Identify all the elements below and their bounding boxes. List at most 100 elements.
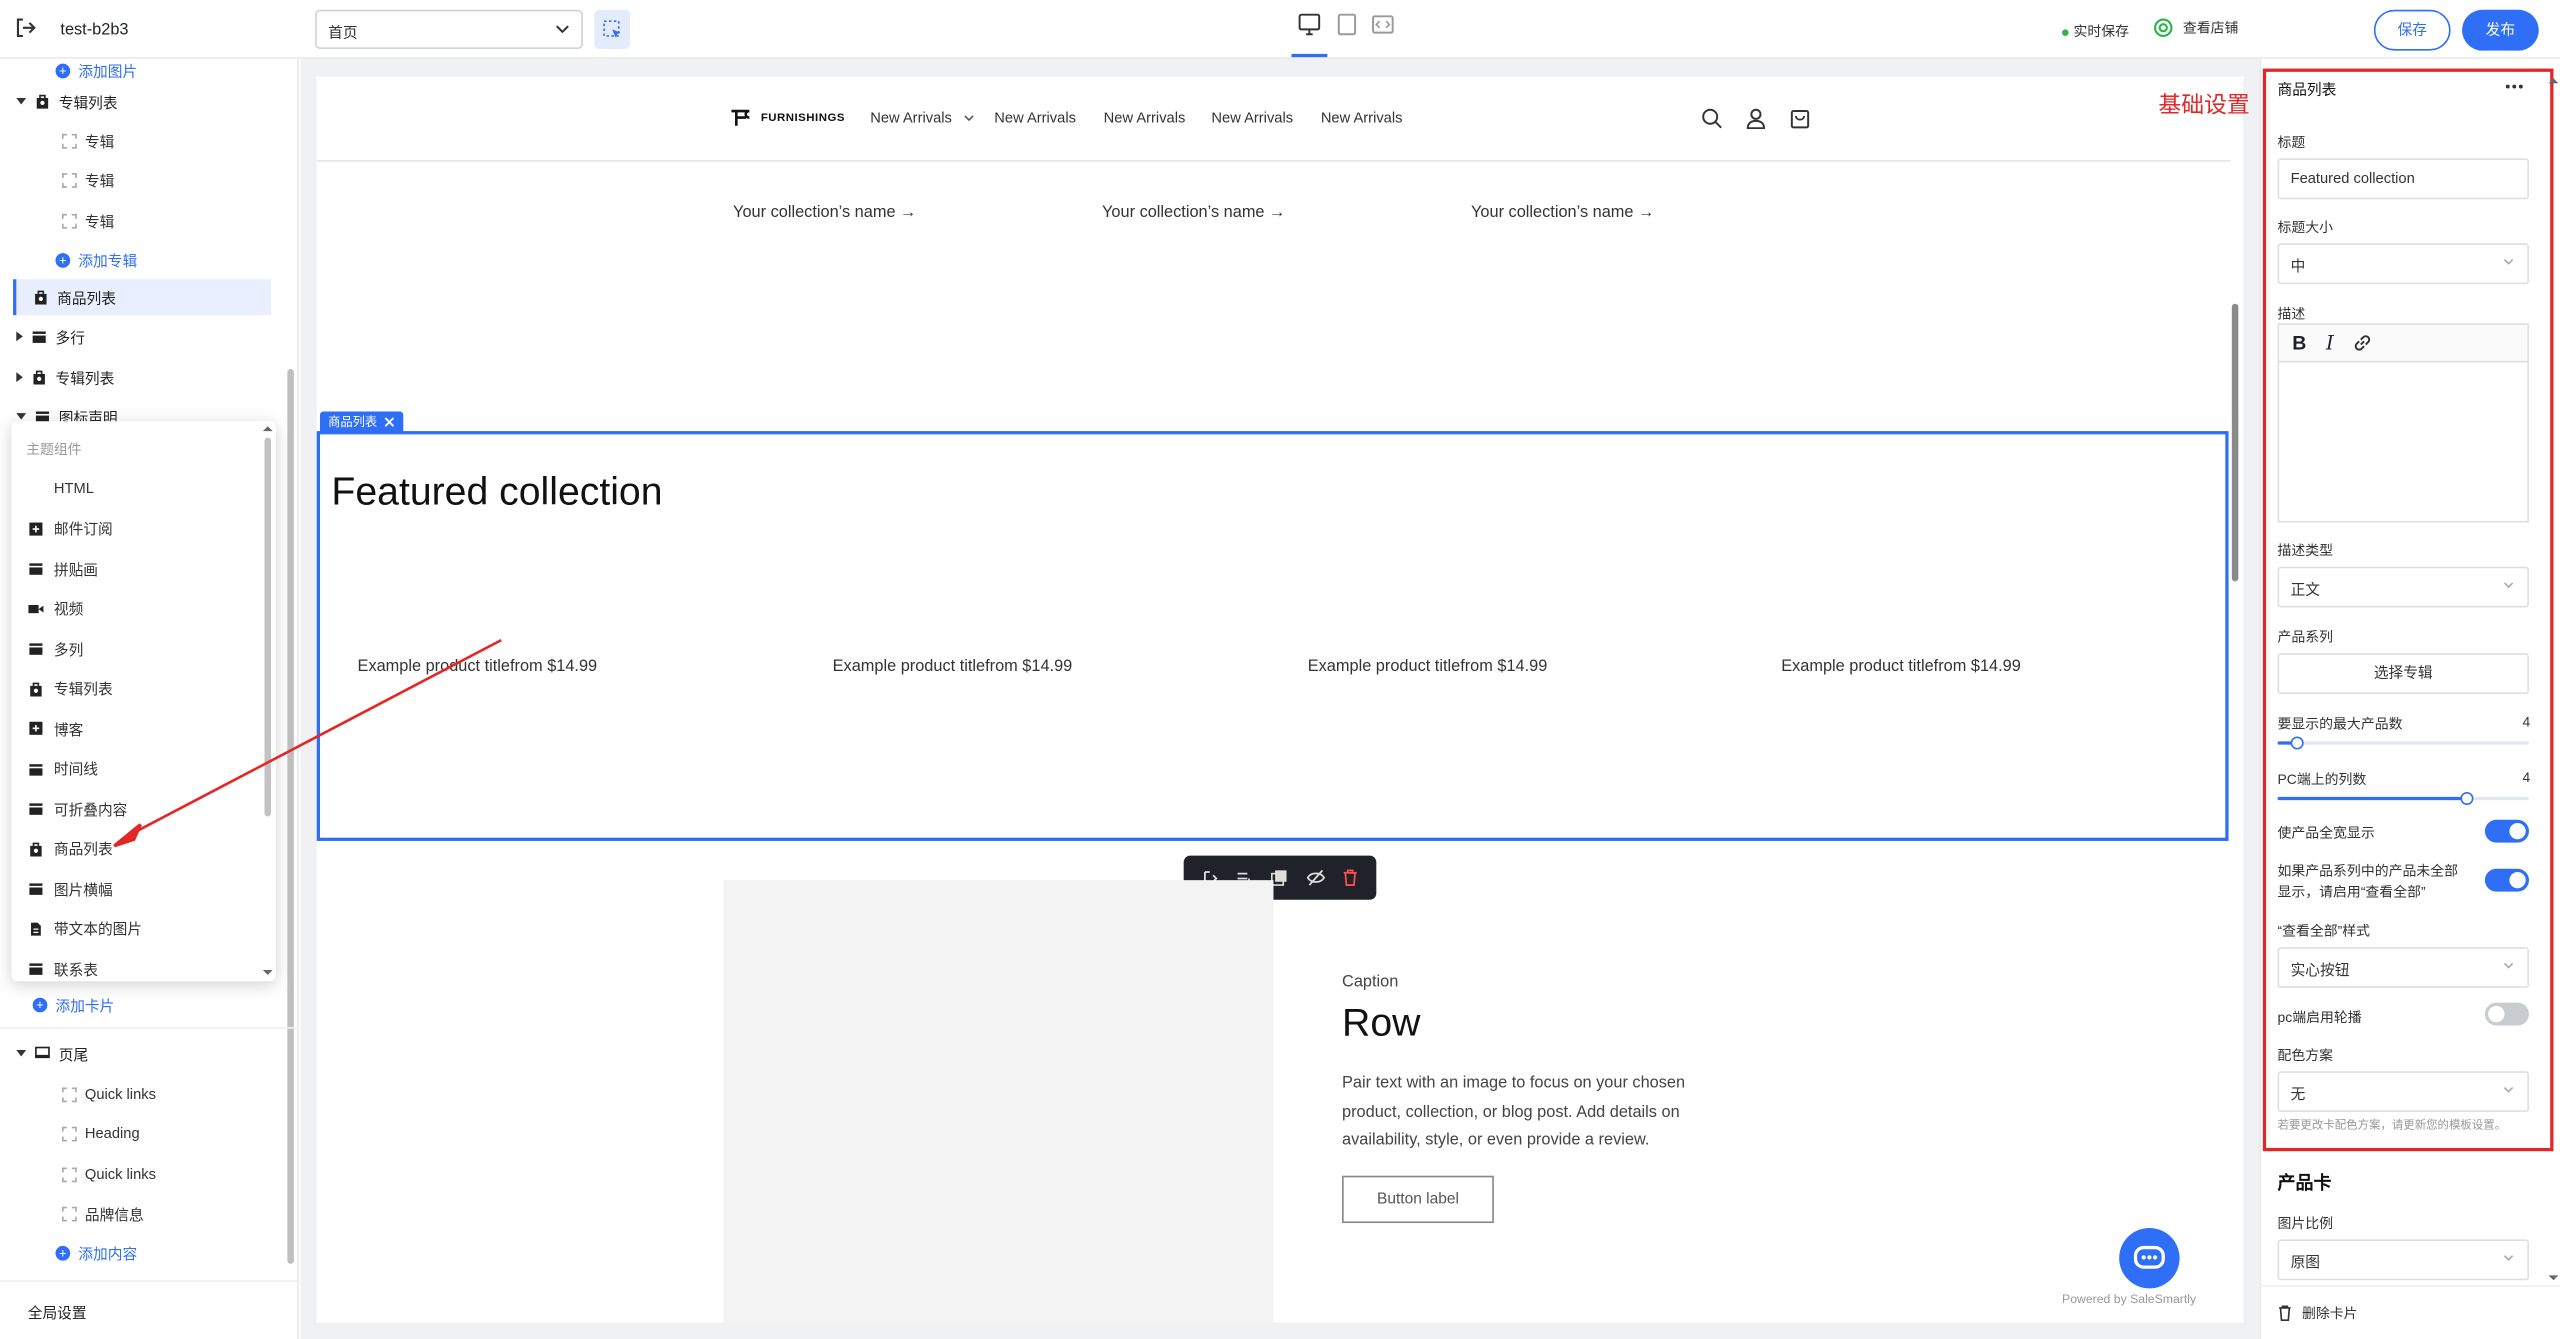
nav-item[interactable]: New Arrivals — [870, 109, 952, 125]
scroll-up-icon[interactable] — [2548, 77, 2559, 85]
collapsed-arrow-icon[interactable] — [16, 372, 23, 383]
nav-item[interactable]: New Arrivals — [1321, 109, 1403, 125]
component-option[interactable]: 带文本的图片 — [28, 912, 142, 945]
duplicate-icon[interactable] — [1271, 869, 1289, 887]
expanded-arrow-icon[interactable] — [16, 1049, 27, 1057]
delete-icon[interactable] — [1342, 869, 1358, 887]
collapsed-arrow-icon[interactable] — [16, 331, 23, 342]
view-all-style-select[interactable]: 实心按钮 — [2277, 947, 2529, 988]
search-icon[interactable] — [1701, 108, 1722, 129]
desktop-view-icon[interactable] — [1298, 11, 1321, 37]
section-tag[interactable]: 商品列表 — [319, 411, 404, 433]
title-input[interactable]: Featured collection — [2277, 158, 2529, 200]
collection-link[interactable]: Your collection’s name → — [1102, 204, 1285, 222]
tree-item[interactable]: 专辑列表 — [16, 359, 114, 395]
view-all-toggle[interactable] — [2484, 868, 2529, 892]
more-icon[interactable] — [2504, 83, 2524, 90]
choose-album-button[interactable]: 选择专辑 — [2277, 653, 2529, 694]
tree-item[interactable]: 专辑列表 — [16, 83, 118, 119]
full-width-label: 使产品全宽显示 — [2277, 824, 2375, 841]
element-picker-button[interactable] — [594, 9, 631, 49]
component-option[interactable]: 博客 — [28, 712, 83, 745]
account-icon[interactable] — [1745, 108, 1766, 130]
scroll-down-icon[interactable] — [2548, 1274, 2559, 1282]
row-description: Pair text with an image to focus on your… — [1342, 1074, 1686, 1150]
collection-link[interactable]: Your collection’s name → — [733, 204, 916, 222]
component-option[interactable]: HTML — [28, 472, 94, 505]
code-view-icon[interactable] — [1371, 11, 1394, 37]
scroll-up-icon[interactable] — [262, 425, 273, 433]
component-option[interactable]: 联系表 — [28, 952, 98, 981]
left-panel-scrollbar[interactable] — [287, 369, 294, 1264]
description-type-select[interactable]: 正文 — [2277, 566, 2529, 608]
expanded-arrow-icon[interactable] — [16, 97, 27, 105]
product-card-title[interactable]: Example product titlefrom $14.99 — [1781, 658, 2021, 676]
store-icon — [2154, 18, 2173, 37]
product-card-title[interactable]: Example product titlefrom $14.99 — [358, 658, 598, 676]
nav-item[interactable]: New Arrivals — [1104, 109, 1186, 125]
add-item-button[interactable]: + 添加卡片 — [32, 986, 114, 1022]
product-card-title[interactable]: Example product titlefrom $14.99 — [1308, 658, 1548, 676]
global-settings-link[interactable]: 全局设置 — [28, 1301, 87, 1322]
component-option[interactable]: 多列 — [28, 632, 83, 665]
tree-item-label: 专辑 — [84, 172, 115, 189]
tree-item-label: 多行 — [55, 329, 85, 346]
page-select[interactable]: 首页 — [315, 9, 583, 49]
store-logo[interactable]: FURNISHINGS — [730, 108, 845, 128]
component-option[interactable]: 邮件订阅 — [28, 512, 113, 545]
logo-text: FURNISHINGS — [760, 111, 845, 124]
full-width-toggle[interactable] — [2484, 819, 2529, 843]
nav-item[interactable]: New Arrivals — [994, 109, 1076, 125]
save-button[interactable]: 保存 — [2373, 9, 2451, 51]
scroll-down-icon[interactable] — [262, 968, 273, 976]
publish-button[interactable]: 发布 — [2462, 9, 2539, 51]
bold-icon[interactable]: B — [2292, 331, 2306, 354]
exit-icon[interactable] — [13, 16, 36, 39]
link-icon[interactable] — [2353, 333, 2373, 353]
image-ratio-select[interactable]: 原图 — [2277, 1239, 2529, 1281]
tree-item[interactable]: 品牌信息 — [62, 1195, 144, 1231]
chat-widget-button[interactable] — [2119, 1227, 2180, 1289]
component-option[interactable]: 商品列表 — [28, 832, 113, 865]
tablet-view-icon[interactable] — [1336, 11, 1359, 37]
view-store-link[interactable]: 查看店铺 — [2153, 18, 2238, 38]
tree-item[interactable]: 商品列表 — [33, 279, 116, 315]
stack-icon — [29, 643, 43, 655]
tree-item[interactable]: 专辑 — [62, 122, 114, 158]
component-option[interactable]: 视频 — [28, 592, 83, 625]
row-button[interactable]: Button label — [1342, 1175, 1494, 1224]
color-scheme-select[interactable]: 无 — [2277, 1071, 2529, 1113]
tree-item[interactable]: 专辑 — [62, 162, 114, 198]
italic-icon[interactable]: I — [2326, 331, 2334, 354]
canvas-scrollbar[interactable] — [2231, 303, 2239, 582]
max-products-slider[interactable] — [2277, 736, 2529, 750]
pc-carousel-toggle[interactable] — [2484, 1002, 2529, 1026]
add-item-button[interactable]: + 添加内容 — [55, 1234, 137, 1270]
component-option[interactable]: 可折叠内容 — [28, 792, 127, 825]
product-card-title[interactable]: Example product titlefrom $14.99 — [833, 658, 1073, 676]
cart-icon[interactable] — [1789, 108, 1810, 129]
component-option[interactable]: 时间线 — [28, 752, 98, 785]
tree-item[interactable]: Heading — [62, 1115, 140, 1151]
component-option[interactable]: 专辑列表 — [28, 672, 113, 705]
description-editor[interactable]: B I — [2277, 323, 2529, 523]
close-icon[interactable] — [384, 416, 395, 427]
expanded-arrow-icon[interactable] — [16, 413, 27, 420]
delete-card-button[interactable]: 删除卡片 — [2278, 1303, 2358, 1323]
add-item-button[interactable]: + 添加专辑 — [55, 242, 137, 278]
tree-item[interactable]: Quick links — [62, 1076, 156, 1112]
popup-scrollbar[interactable] — [264, 437, 272, 817]
slider-handle[interactable] — [2459, 791, 2473, 806]
nav-item[interactable]: New Arrivals — [1211, 109, 1293, 125]
component-option[interactable]: 拼贴画 — [28, 552, 98, 585]
hide-icon[interactable] — [1306, 869, 1326, 887]
tree-item[interactable]: 多行 — [16, 318, 85, 354]
pc-columns-slider[interactable] — [2277, 791, 2529, 806]
title-size-select[interactable]: 中 — [2277, 243, 2529, 285]
tree-item[interactable]: Quick links — [62, 1156, 156, 1192]
component-option[interactable]: 图片横幅 — [28, 872, 113, 905]
collection-link[interactable]: Your collection’s name → — [1471, 204, 1654, 222]
tree-item-label: 添加图片 — [78, 62, 138, 80]
tree-item[interactable]: 页尾 — [16, 1035, 88, 1071]
tree-item[interactable]: 专辑 — [62, 202, 114, 238]
